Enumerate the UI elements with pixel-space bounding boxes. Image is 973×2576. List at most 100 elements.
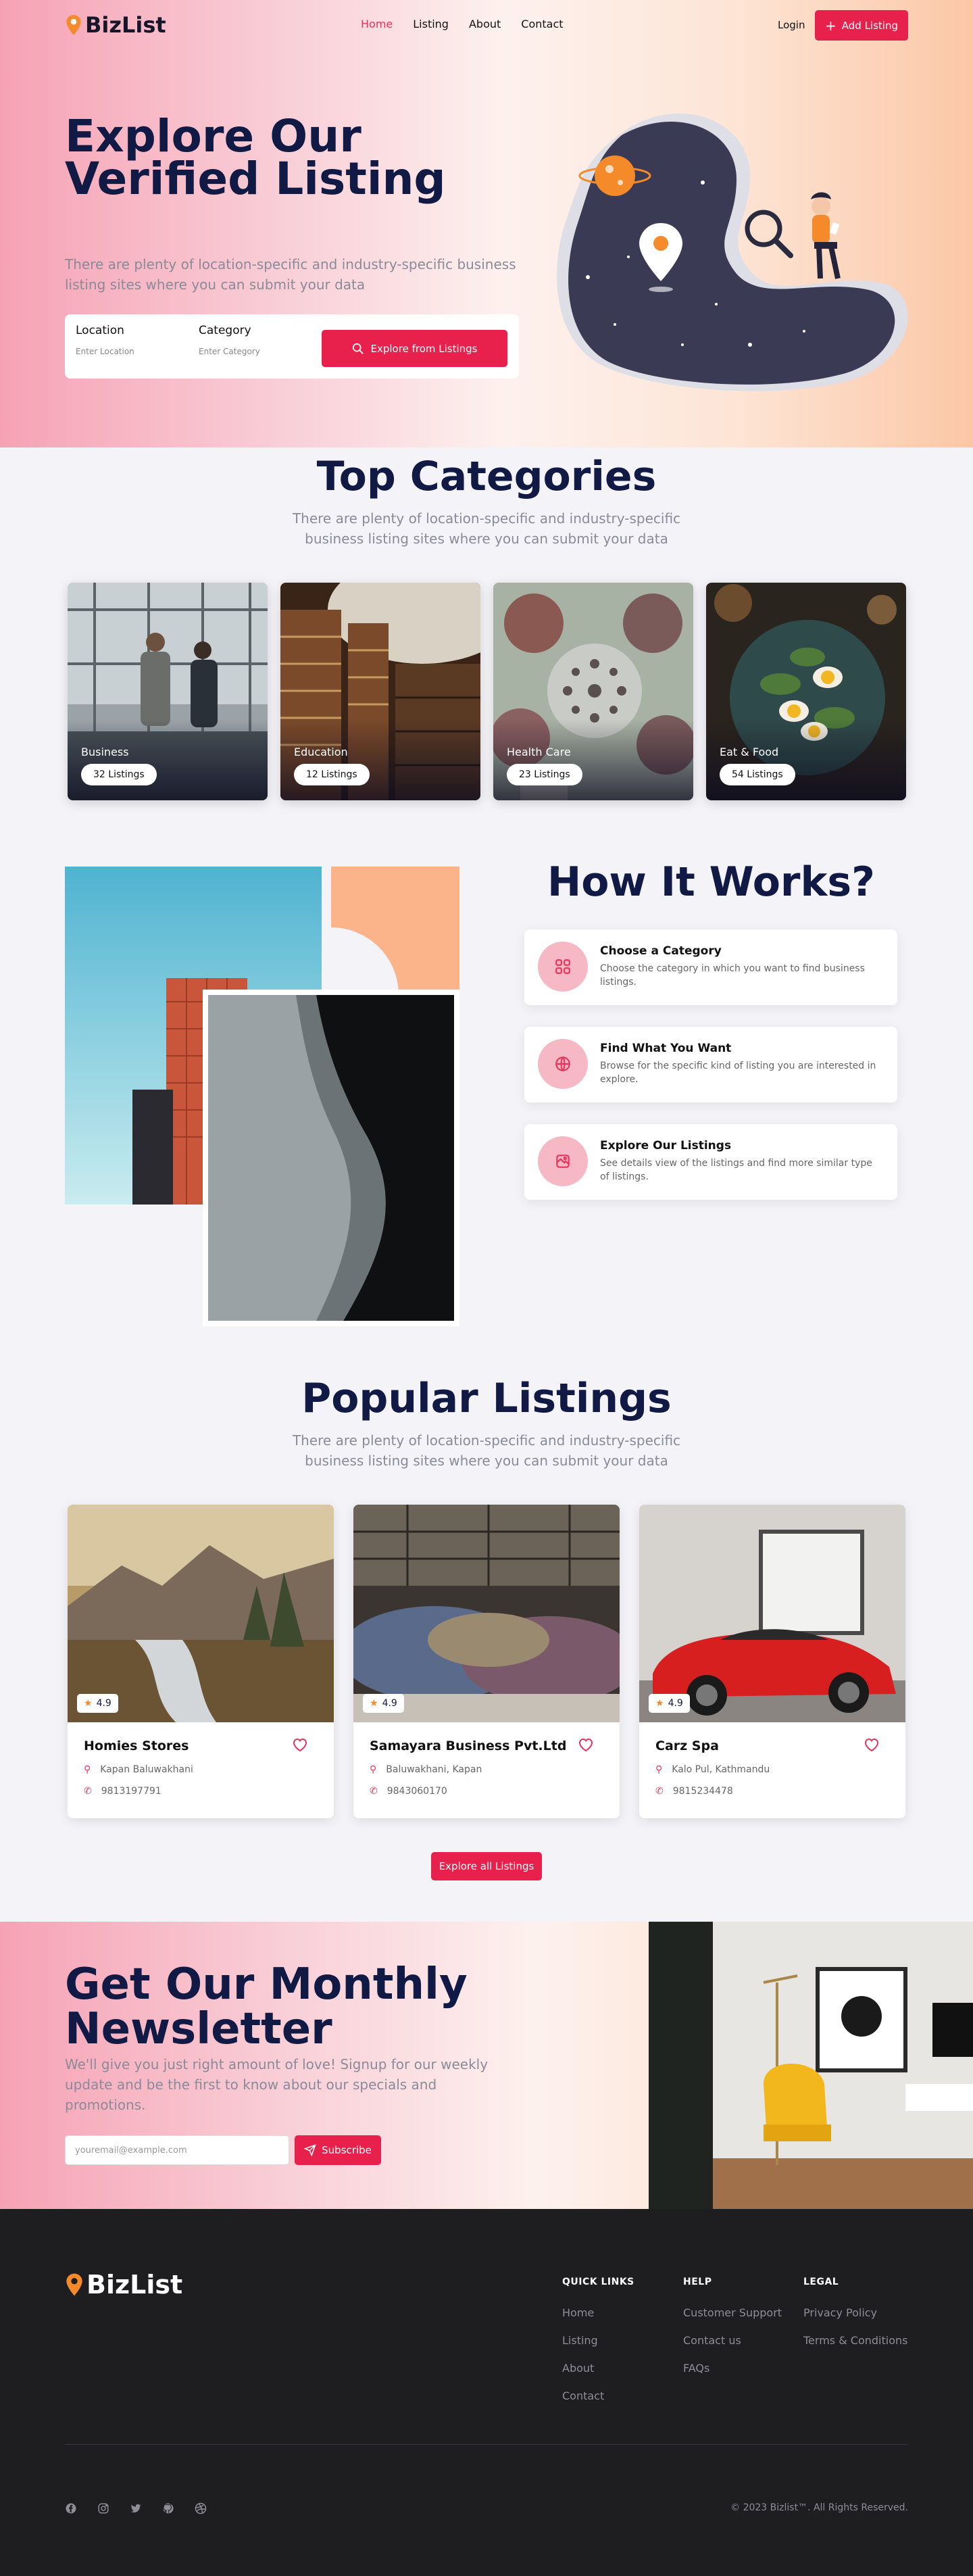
footer-link-home[interactable]: Home xyxy=(562,2306,634,2319)
category-input[interactable]: Enter Category xyxy=(199,347,260,356)
search-box: Location Enter Location Category Enter C… xyxy=(65,314,519,379)
location-pin-icon xyxy=(66,2273,82,2296)
email-input[interactable]: youremail@example.com xyxy=(65,2135,289,2165)
listing-image: ★ 4.9 xyxy=(639,1505,905,1722)
star-icon: ★ xyxy=(655,1698,664,1709)
step-explore-listings: Explore Our Listings See details view of… xyxy=(524,1124,897,1200)
card-overlay xyxy=(706,719,906,800)
facebook-icon[interactable] xyxy=(65,2502,77,2514)
how-it-works-title: How It Works? xyxy=(547,858,875,906)
skyscraper-photo-frame xyxy=(203,990,459,1326)
listing-phone[interactable]: 9813197791 xyxy=(101,1786,161,1797)
footer-heading: QUICK LINKS xyxy=(562,2277,634,2287)
listing-name: Homies Stores xyxy=(84,1739,189,1753)
footer-link-contact[interactable]: Contact xyxy=(562,2389,634,2402)
footer-divider xyxy=(65,2444,908,2445)
twitter-icon[interactable] xyxy=(130,2502,142,2514)
step-title: Find What You Want xyxy=(600,1042,732,1055)
step-description: Choose the category in which you want to… xyxy=(600,963,865,988)
footer-heading: LEGAL xyxy=(803,2277,839,2287)
globe-icon xyxy=(538,1039,588,1089)
category-name: Education xyxy=(294,746,348,758)
listing-phone-row: ✆ 9843060170 xyxy=(370,1786,447,1797)
heart-icon[interactable] xyxy=(864,1737,880,1752)
footer-link-terms[interactable]: Terms & Conditions xyxy=(803,2334,907,2347)
rating-value: 4.9 xyxy=(96,1698,111,1709)
plus-icon: + xyxy=(825,17,837,34)
nav-home[interactable]: Home xyxy=(361,18,393,30)
categories-subtitle: There are plenty of location-specific an… xyxy=(292,510,681,547)
footer-heading: HELP xyxy=(683,2277,712,2287)
nav-links: Home Listing About Contact xyxy=(361,18,564,30)
footer-link-about[interactable]: About xyxy=(562,2362,634,2375)
nav-about[interactable]: About xyxy=(469,18,501,30)
category-card-business[interactable]: Business 32 Listings xyxy=(68,583,268,800)
location-field[interactable]: Location Enter Location xyxy=(76,324,134,356)
login-link[interactable]: Login xyxy=(778,19,805,31)
skyscraper-image xyxy=(208,995,454,1321)
brand-name: BizList xyxy=(85,12,166,38)
nav-contact[interactable]: Contact xyxy=(521,18,563,30)
grid-icon xyxy=(538,942,588,992)
listing-card-samayara[interactable]: ★ 4.9 Samayara Business Pvt.Ltd ⚲ Baluwa… xyxy=(353,1505,620,1818)
listing-image: ★ 4.9 xyxy=(68,1505,334,1722)
rating-value: 4.9 xyxy=(382,1698,397,1709)
hero-title: Explore Our Verified Listing xyxy=(65,110,446,205)
category-count-badge: 23 Listings xyxy=(507,764,582,785)
category-card-education[interactable]: Education 12 Listings xyxy=(280,583,480,800)
card-overlay xyxy=(68,719,268,800)
footer-link-contact-us[interactable]: Contact us xyxy=(683,2334,782,2347)
explore-listings-button[interactable]: Explore from Listings xyxy=(322,330,507,367)
location-pin-icon xyxy=(66,15,81,35)
explore-all-listings-button[interactable]: Explore all Listings xyxy=(431,1852,542,1880)
instagram-icon[interactable] xyxy=(97,2502,109,2514)
listing-name: Samayara Business Pvt.Ltd xyxy=(370,1739,567,1753)
listing-address: Kapan Baluwakhani xyxy=(100,1764,193,1775)
step-description: See details view of the listings and fin… xyxy=(600,1158,872,1182)
add-listing-button[interactable]: + Add Listing xyxy=(815,10,908,41)
listing-address: Baluwakhani, Kapan xyxy=(386,1764,482,1775)
footer-link-privacy-policy[interactable]: Privacy Policy xyxy=(803,2306,907,2319)
footer-link-listing[interactable]: Listing xyxy=(562,2334,634,2347)
star-icon: ★ xyxy=(370,1698,378,1709)
footer-logo[interactable]: BizList xyxy=(65,2270,182,2300)
categories-title: Top Categories xyxy=(316,453,657,500)
search-icon xyxy=(352,343,364,354)
rating-value: 4.9 xyxy=(668,1698,683,1709)
send-icon xyxy=(304,2144,316,2156)
category-count-badge: 12 Listings xyxy=(294,764,370,785)
category-card-eat-food[interactable]: Eat & Food 54 Listings xyxy=(706,583,906,800)
card-overlay xyxy=(280,719,480,800)
footer-brand-name: BizList xyxy=(86,2270,183,2300)
hero-section: Explore Our Verified Listing There are p… xyxy=(0,0,973,447)
listing-phone[interactable]: 9843060170 xyxy=(387,1786,447,1797)
popular-title: Popular Listings xyxy=(301,1375,672,1422)
category-count-badge: 54 Listings xyxy=(720,764,795,785)
footer-link-customer-support[interactable]: Customer Support xyxy=(683,2306,782,2319)
listing-phone[interactable]: 9815234478 xyxy=(673,1786,733,1797)
listing-phone-row: ✆ 9815234478 xyxy=(655,1786,733,1797)
location-pin-icon: ⚲ xyxy=(84,1764,91,1775)
location-pin-icon: ⚲ xyxy=(370,1764,377,1775)
dribbble-icon[interactable] xyxy=(195,2502,207,2514)
footer-legal: LEGAL Privacy Policy Terms & Conditions xyxy=(803,2277,907,2362)
listing-card-carz-spa[interactable]: ★ 4.9 Carz Spa ⚲ Kalo Pul, Kathmandu ✆ 9… xyxy=(639,1505,905,1818)
category-card-health-care[interactable]: Health Care 23 Listings xyxy=(493,583,693,800)
category-label: Category xyxy=(199,324,251,337)
location-input[interactable]: Enter Location xyxy=(76,347,134,356)
github-icon[interactable] xyxy=(162,2502,174,2514)
popular-subtitle: There are plenty of location-specific an… xyxy=(292,1432,681,1469)
heart-icon[interactable] xyxy=(292,1737,308,1752)
listing-address-row: ⚲ Kapan Baluwakhani xyxy=(84,1764,193,1775)
hero-subtitle: There are plenty of location-specific an… xyxy=(65,256,516,293)
category-field[interactable]: Category Enter Category xyxy=(199,324,260,356)
brand-logo[interactable]: BizList xyxy=(65,12,166,38)
nav-listing[interactable]: Listing xyxy=(413,18,449,30)
listing-card-homies-stores[interactable]: ★ 4.9 Homies Stores ⚲ Kapan Baluwakhani … xyxy=(68,1505,334,1818)
subscribe-button[interactable]: Subscribe xyxy=(295,2135,381,2165)
category-name: Eat & Food xyxy=(720,746,779,758)
location-pin-icon: ⚲ xyxy=(655,1764,663,1775)
heart-icon[interactable] xyxy=(578,1737,594,1752)
footer-link-faqs[interactable]: FAQs xyxy=(683,2362,782,2375)
listing-name: Carz Spa xyxy=(655,1739,719,1753)
